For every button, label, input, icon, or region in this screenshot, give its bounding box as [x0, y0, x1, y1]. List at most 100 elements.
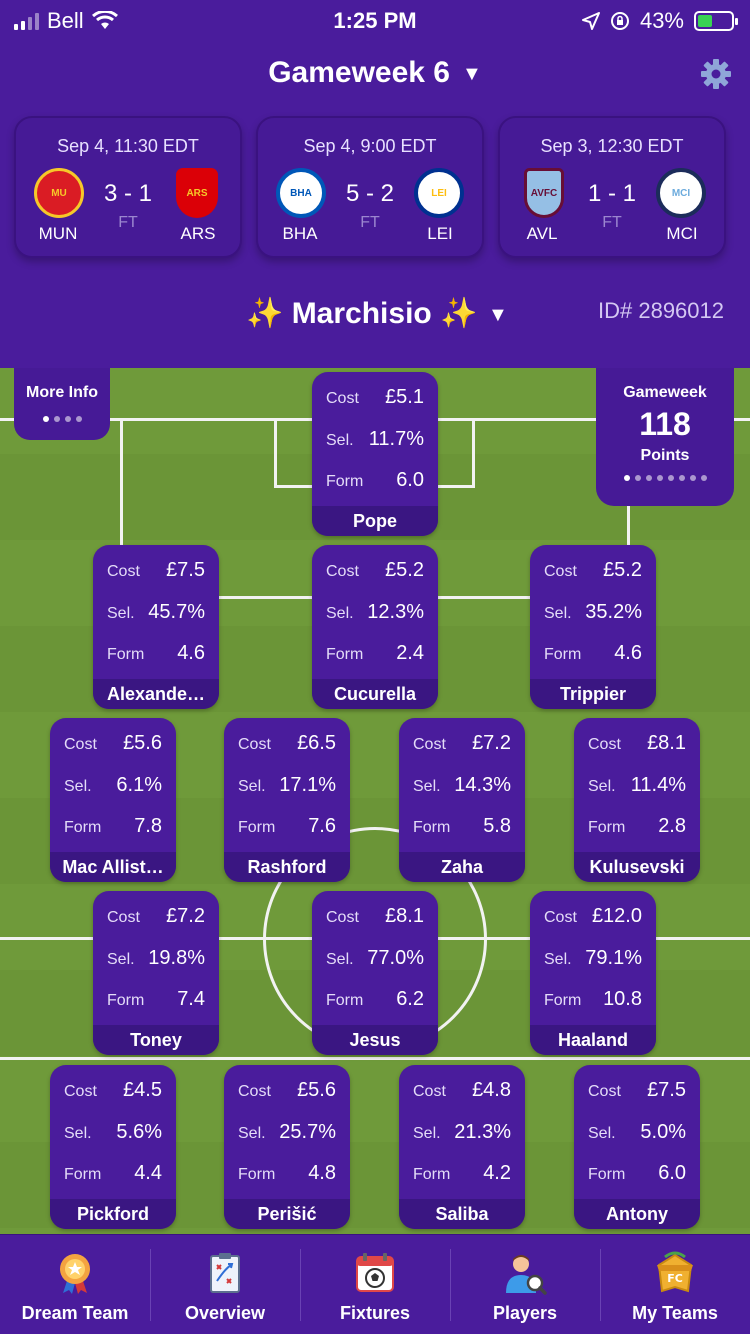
player-selected: 11.7%	[368, 428, 424, 450]
player-form: 6.2	[396, 988, 424, 1010]
player-name: Toney	[93, 1025, 219, 1055]
selected-label: Sel.	[413, 778, 441, 795]
player-card[interactable]: Cost £7.2 Sel. 19.8% Form 7.4 Toney	[93, 891, 219, 1055]
cost-label: Cost	[238, 736, 271, 753]
player-cost: £7.5	[166, 559, 205, 581]
tab-label: Fixtures	[339, 1303, 411, 1323]
player-cost: £6.5	[297, 732, 336, 754]
pitch-line	[274, 418, 277, 488]
tab-bar: Dream Team Overview Fixtures Players FC …	[0, 1234, 750, 1334]
player-cost: £5.2	[385, 559, 424, 581]
page-dots	[596, 475, 734, 481]
form-label: Form	[326, 992, 364, 1009]
player-selected: 79.1%	[585, 947, 642, 969]
player-selected: 45.7%	[148, 601, 205, 623]
player-cost: £12.0	[591, 905, 642, 927]
player-cost: £5.2	[603, 559, 642, 581]
cost-label: Cost	[238, 1083, 271, 1100]
player-cost: £5.1	[385, 386, 424, 408]
tab-label: Players	[492, 1303, 558, 1323]
player-cost: £7.2	[472, 732, 511, 754]
cost-label: Cost	[413, 1083, 446, 1100]
orientation-lock-icon	[610, 12, 629, 30]
tab-my-teams[interactable]: FC My Teams	[600, 1235, 750, 1334]
tab-fixtures[interactable]: Fixtures	[300, 1235, 450, 1334]
arsenal-crest-icon: ARS	[176, 168, 218, 218]
player-selected: 35.2%	[585, 601, 642, 623]
player-selected: 77.0%	[367, 947, 424, 969]
gameweek-points-panel[interactable]: Gameweek 118 Points	[596, 368, 734, 506]
tab-players[interactable]: Players	[450, 1235, 600, 1334]
tab-label: Overview	[184, 1303, 266, 1323]
pitch: More Info Gameweek 118 Points Cost £5.1 S…	[0, 368, 750, 1234]
tab-dream-team[interactable]: Dream Team	[0, 1235, 150, 1334]
form-label: Form	[588, 819, 626, 836]
player-card[interactable]: Cost £7.2 Sel. 14.3% Form 5.8 Zaha	[399, 718, 525, 882]
player-cost: £8.1	[385, 905, 424, 927]
medal-icon	[60, 1254, 90, 1294]
player-card[interactable]: Cost £6.5 Sel. 17.1% Form 7.6 Rashford	[224, 718, 350, 882]
player-cost: £4.5	[123, 1079, 162, 1101]
cost-label: Cost	[107, 563, 140, 580]
player-form: 2.8	[658, 815, 686, 837]
player-form: 6.0	[658, 1162, 686, 1184]
player-form: 4.2	[483, 1162, 511, 1184]
player-card[interactable]: Cost £5.6 Sel. 25.7% Form 4.8 Perišić	[224, 1065, 350, 1229]
player-card[interactable]: Cost £8.1 Sel. 77.0% Form 6.2 Jesus	[312, 891, 438, 1055]
player-card[interactable]: Cost £5.2 Sel. 12.3% Form 2.4 Cucurella	[312, 545, 438, 709]
selected-label: Sel.	[238, 778, 266, 795]
match-card[interactable]: Sep 3, 12:30 EDT AVFC 1 - 1 FT MCI AVL M…	[498, 116, 726, 258]
player-card[interactable]: Cost £4.8 Sel. 21.3% Form 4.2 Saliba	[399, 1065, 525, 1229]
manchester-city-crest-icon: MCI	[656, 168, 706, 218]
cost-label: Cost	[107, 909, 140, 926]
player-name: Cucurella	[312, 679, 438, 709]
cost-label: Cost	[326, 909, 359, 926]
more-info-button[interactable]: More Info	[14, 368, 110, 440]
player-card[interactable]: Cost £7.5 Sel. 5.0% Form 6.0 Antony	[574, 1065, 700, 1229]
cost-label: Cost	[544, 563, 577, 580]
player-selected: 25.7%	[279, 1121, 336, 1143]
player-name: Rashford	[224, 852, 350, 882]
player-form: 10.8	[603, 988, 642, 1010]
tab-overview[interactable]: Overview	[150, 1235, 300, 1334]
player-card[interactable]: Cost £7.5 Sel. 45.7% Form 4.6 Alexande…	[93, 545, 219, 709]
player-name: Trippier	[530, 679, 656, 709]
gameweek-points-value: 118	[639, 406, 691, 442]
away-team-abbr: MCI	[666, 224, 698, 243]
player-card[interactable]: Cost £5.1 Sel. 11.7% Form 6.0 Pope	[312, 372, 438, 536]
chevron-down-icon[interactable]: ▼	[488, 304, 508, 327]
selected-label: Sel.	[588, 1125, 616, 1142]
home-team-abbr: MUN	[38, 224, 78, 243]
player-selected: 21.3%	[454, 1121, 511, 1143]
battery-icon	[694, 11, 738, 31]
team-id: ID# 2896012	[598, 298, 724, 323]
gameweek-selector[interactable]: Gameweek 6 ▼	[0, 56, 750, 90]
home-team-abbr: BHA	[282, 224, 318, 243]
cost-label: Cost	[326, 390, 359, 407]
player-card[interactable]: Cost £8.1 Sel. 11.4% Form 2.8 Kulusevski	[574, 718, 700, 882]
gameweek-points-label: Gameweek	[623, 384, 707, 401]
match-card[interactable]: Sep 4, 9:00 EDT BHA 5 - 2 FT LEI BHA LEI	[256, 116, 484, 258]
player-card[interactable]: Cost £5.2 Sel. 35.2% Form 4.6 Trippier	[530, 545, 656, 709]
team-header: ✨ Marchisio ✨ ▼ ID# 2896012	[0, 296, 750, 336]
player-selected: 12.3%	[367, 601, 424, 623]
player-card[interactable]: Cost £4.5 Sel. 5.6% Form 4.4 Pickford	[50, 1065, 176, 1229]
team-selector[interactable]: ✨ Marchisio ✨	[246, 296, 477, 331]
cost-label: Cost	[588, 1083, 621, 1100]
selected-label: Sel.	[326, 432, 354, 449]
selected-label: Sel.	[326, 951, 354, 968]
selected-label: Sel.	[588, 778, 616, 795]
form-label: Form	[544, 646, 582, 663]
battery-percent: 43%	[639, 8, 684, 33]
player-card[interactable]: Cost £5.6 Sel. 6.1% Form 7.8 Mac Allist…	[50, 718, 176, 882]
player-card[interactable]: Cost £12.0 Sel. 79.1% Form 10.8 Haaland	[530, 891, 656, 1055]
player-cost: £5.6	[297, 1079, 336, 1101]
form-label: Form	[238, 819, 276, 836]
form-label: Form	[588, 1166, 626, 1183]
tab-label: My Teams	[632, 1303, 718, 1323]
form-label: Form	[413, 819, 451, 836]
match-card[interactable]: Sep 4, 11:30 EDT MU 3 - 1 FT ARS MUN ARS	[14, 116, 242, 258]
player-form: 4.8	[308, 1162, 336, 1184]
gear-icon[interactable]	[700, 58, 732, 90]
selected-label: Sel.	[107, 951, 135, 968]
